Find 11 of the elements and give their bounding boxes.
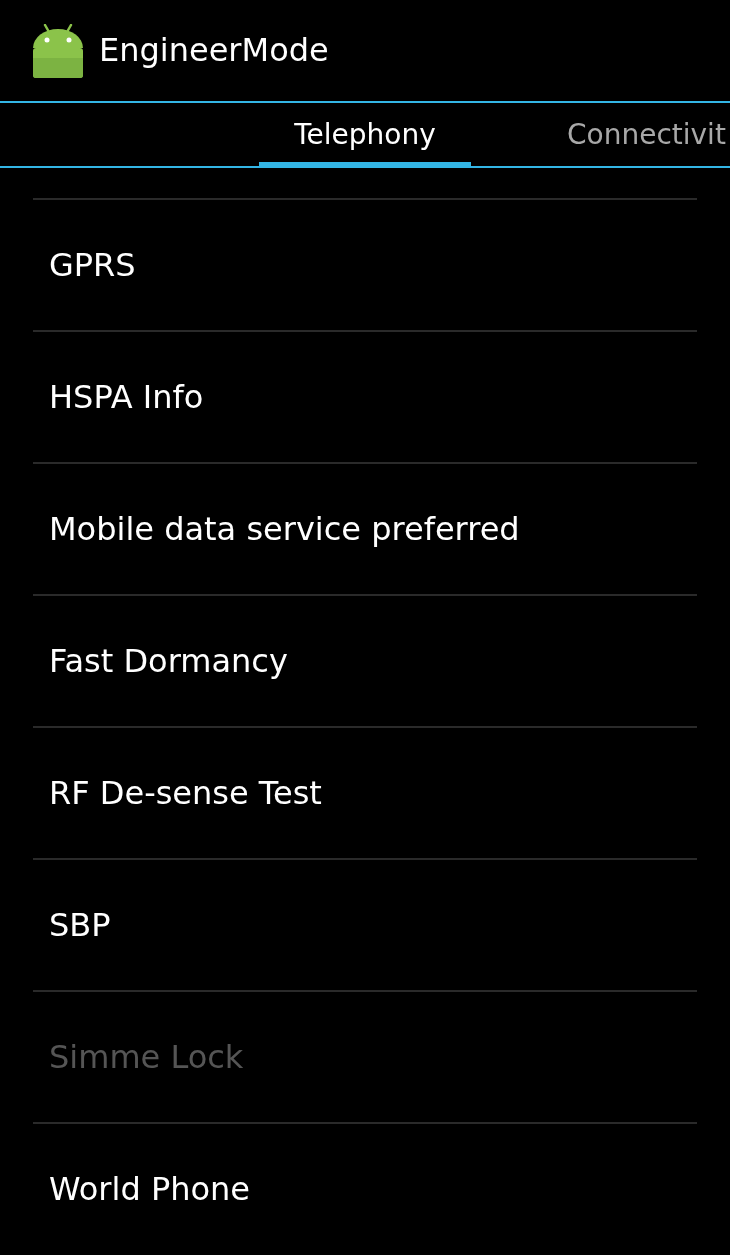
tab[interactable]: Connectivit	[567, 103, 726, 168]
robot-icon	[32, 23, 84, 78]
list-item[interactable]: World Phone	[49, 1170, 250, 1208]
list-item[interactable]: Fast Dormancy	[49, 642, 288, 680]
tab[interactable]: Telephony	[259, 103, 471, 168]
list-item[interactable]: SBP	[49, 906, 111, 944]
list-item[interactable]: GPRS	[49, 246, 136, 284]
list-item[interactable]: Mobile data service preferred	[49, 510, 520, 548]
app-title: EngineerMode	[99, 32, 329, 69]
list-item[interactable]: RF De-sense Test	[49, 774, 322, 812]
list-item[interactable]: HSPA Info	[49, 378, 204, 416]
